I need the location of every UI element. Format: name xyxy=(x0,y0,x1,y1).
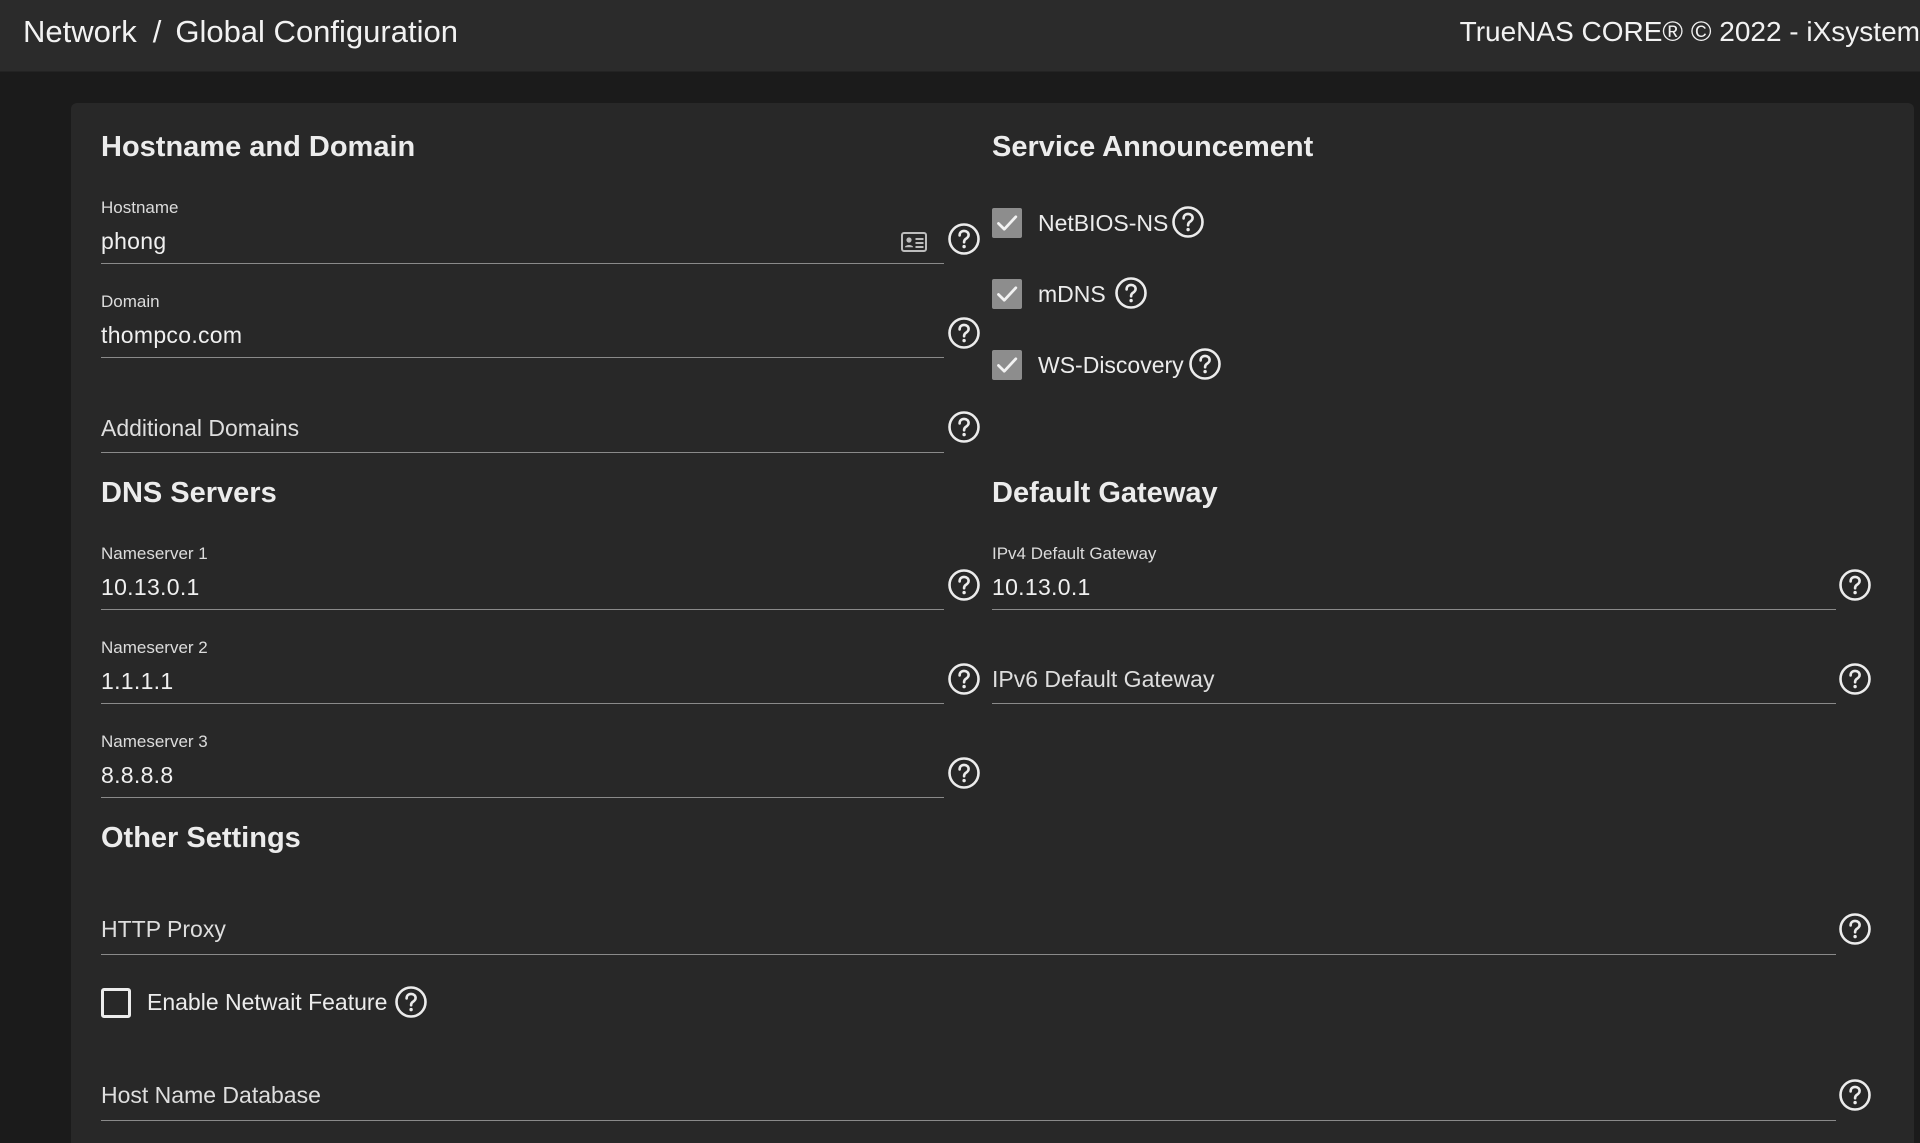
nameserver-2-label: Nameserver 2 xyxy=(101,638,208,657)
ws-discovery-label: WS-Discovery xyxy=(1038,352,1184,378)
ws-discovery-help-icon[interactable] xyxy=(1188,347,1222,381)
domain-field[interactable]: Domain thompco.com xyxy=(101,288,944,358)
ipv6-default-gateway-help-icon[interactable] xyxy=(1838,662,1872,696)
nameserver-2-input[interactable]: 1.1.1.1 xyxy=(101,668,173,695)
http-proxy-field[interactable]: HTTP Proxy xyxy=(101,905,1836,955)
additional-domains-input[interactable]: Additional Domains xyxy=(101,415,299,442)
nameserver-2-underline xyxy=(101,703,944,704)
hostname-label: Hostname xyxy=(101,198,179,217)
hostname-underline xyxy=(101,263,944,264)
contact-card-icon[interactable] xyxy=(901,232,927,252)
domain-underline xyxy=(101,357,944,358)
ipv4-default-gateway-help-icon[interactable] xyxy=(1838,568,1872,602)
enable-netwait-checkbox-box[interactable] xyxy=(101,988,131,1018)
host-name-database-underline xyxy=(101,1120,1836,1121)
breadcrumb: Network / Global Configuration xyxy=(23,14,458,50)
checkmark-icon xyxy=(992,208,1022,238)
netbios-ns-checkbox[interactable]: NetBIOS-NS xyxy=(992,203,1292,243)
ipv4-default-gateway-underline xyxy=(992,609,1836,610)
additional-domains-help-icon[interactable] xyxy=(947,410,981,444)
global-configuration-form: Hostname and Domain Hostname phong Domai… xyxy=(71,103,1914,1143)
nameserver-3-field[interactable]: Nameserver 3 8.8.8.8 xyxy=(101,728,944,798)
hostname-field[interactable]: Hostname phong xyxy=(101,194,977,264)
top-bar: Network / Global Configuration TrueNAS COR… xyxy=(0,0,1920,72)
enable-netwait-label: Enable Netwait Feature xyxy=(147,989,388,1015)
netbios-ns-label: NetBIOS-NS xyxy=(1038,210,1169,236)
ipv4-default-gateway-label: IPv4 Default Gateway xyxy=(992,544,1157,563)
http-proxy-help-icon[interactable] xyxy=(1838,912,1872,946)
host-name-database-field[interactable]: Host Name Database xyxy=(101,1071,1836,1121)
nameserver-2-help-icon[interactable] xyxy=(947,662,981,696)
enable-netwait-help-icon[interactable] xyxy=(394,985,428,1019)
ws-discovery-checkbox-box[interactable] xyxy=(992,350,1022,380)
netbios-ns-help-icon[interactable] xyxy=(1171,205,1205,239)
nameserver-1-field[interactable]: Nameserver 1 10.13.0.1 xyxy=(101,540,944,610)
section-title-default-gateway: Default Gateway xyxy=(992,477,1218,509)
mdns-help-icon[interactable] xyxy=(1114,276,1148,310)
mdns-checkbox-box[interactable] xyxy=(992,279,1022,309)
ipv6-default-gateway-underline xyxy=(992,703,1836,704)
breadcrumb-separator: / xyxy=(152,14,162,49)
nameserver-1-help-icon[interactable] xyxy=(947,568,981,602)
nameserver-3-underline xyxy=(101,797,944,798)
checkmark-icon xyxy=(992,279,1022,309)
nameserver-3-label: Nameserver 3 xyxy=(101,732,208,751)
domain-help-icon[interactable] xyxy=(947,316,981,350)
host-name-database-input[interactable]: Host Name Database xyxy=(101,1082,321,1109)
nameserver-1-label: Nameserver 1 xyxy=(101,544,208,563)
http-proxy-input[interactable]: HTTP Proxy xyxy=(101,916,226,943)
nameserver-1-underline xyxy=(101,609,944,610)
hostname-input[interactable]: phong xyxy=(101,228,166,255)
domain-label: Domain xyxy=(101,292,160,311)
nameserver-2-field[interactable]: Nameserver 2 1.1.1.1 xyxy=(101,634,944,704)
additional-domains-underline xyxy=(101,452,944,453)
additional-domains-field[interactable]: Additional Domains xyxy=(101,403,944,453)
netbios-ns-checkbox-box[interactable] xyxy=(992,208,1022,238)
section-title-dns-servers: DNS Servers xyxy=(101,477,277,509)
checkmark-icon xyxy=(992,350,1022,380)
host-name-database-help-icon[interactable] xyxy=(1838,1078,1872,1112)
ipv6-default-gateway-field[interactable]: IPv6 Default Gateway xyxy=(992,654,1836,704)
copyright-text: TrueNAS CORE® © 2022 - iXsystem xyxy=(1459,16,1920,47)
ipv6-default-gateway-input[interactable]: IPv6 Default Gateway xyxy=(992,666,1214,693)
nameserver-3-input[interactable]: 8.8.8.8 xyxy=(101,762,173,789)
http-proxy-underline xyxy=(101,954,1836,955)
nameserver-1-input[interactable]: 10.13.0.1 xyxy=(101,574,200,601)
hostname-help-icon[interactable] xyxy=(947,222,981,256)
breadcrumb-network-link[interactable]: Network xyxy=(23,14,137,49)
section-title-other-settings: Other Settings xyxy=(101,822,301,854)
ws-discovery-checkbox[interactable]: WS-Discovery xyxy=(992,345,1292,385)
nameserver-3-help-icon[interactable] xyxy=(947,756,981,790)
ipv4-default-gateway-input[interactable]: 10.13.0.1 xyxy=(992,574,1091,601)
domain-input[interactable]: thompco.com xyxy=(101,322,242,349)
mdns-label: mDNS xyxy=(1038,281,1106,307)
page-title: Global Configuration xyxy=(175,14,458,49)
section-title-hostname-domain: Hostname and Domain xyxy=(101,131,416,163)
section-title-service-announcement: Service Announcement xyxy=(992,131,1314,163)
ipv4-default-gateway-field[interactable]: IPv4 Default Gateway 10.13.0.1 xyxy=(992,540,1836,610)
